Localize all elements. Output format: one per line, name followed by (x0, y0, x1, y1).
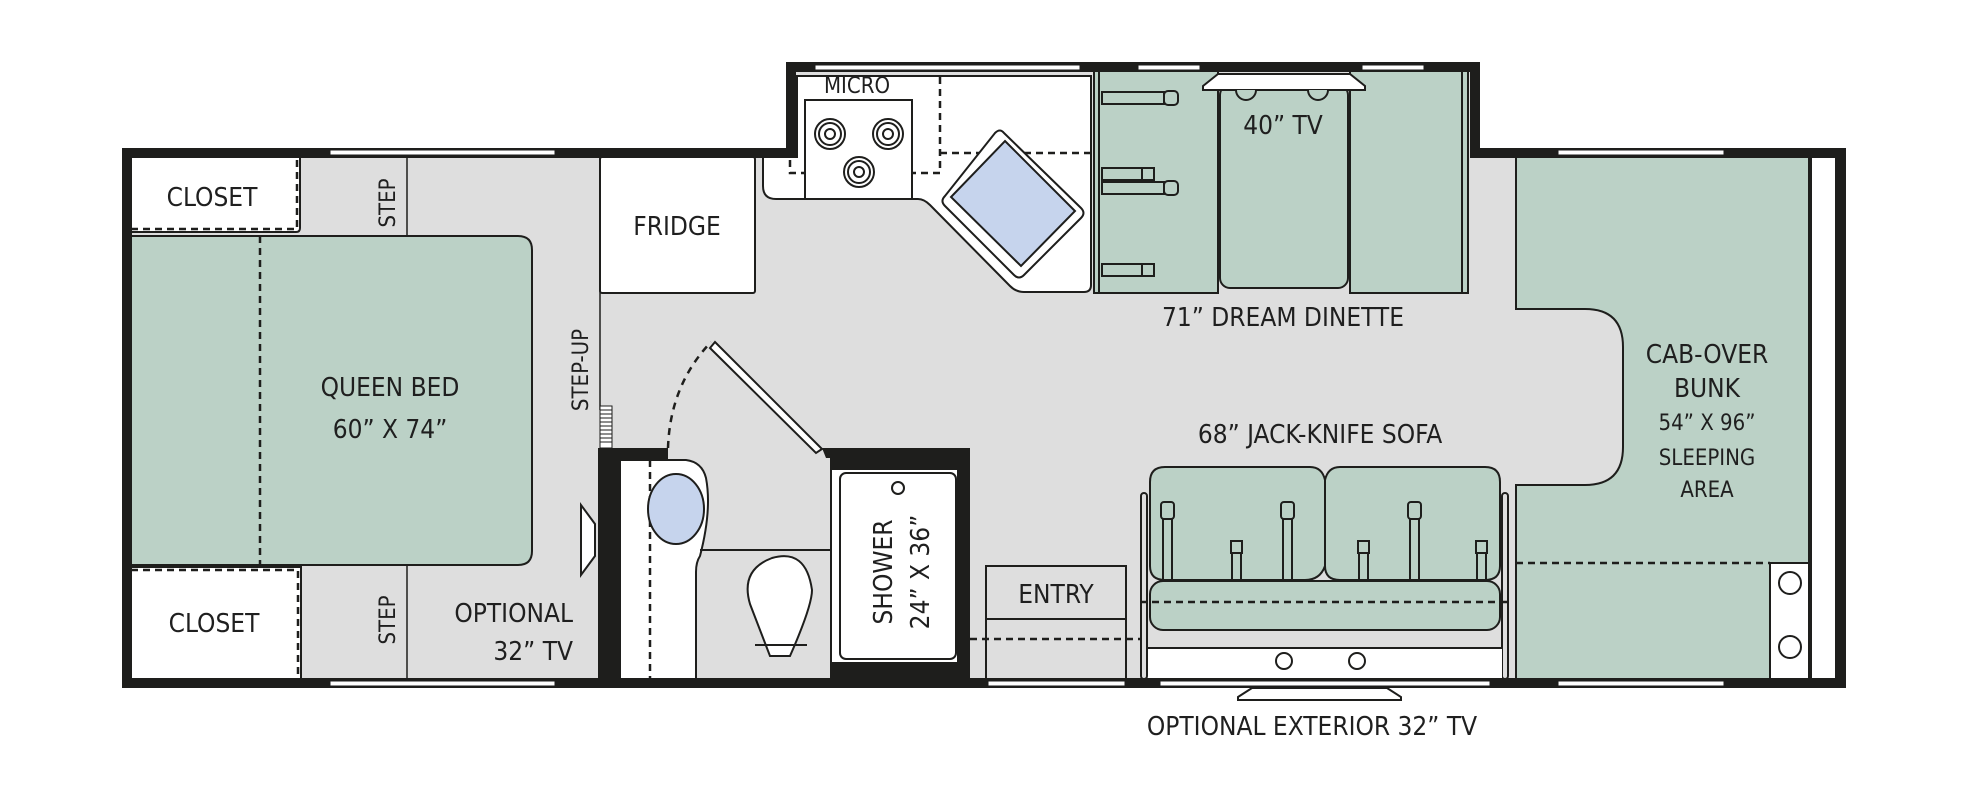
queen-bed-label: QUEEN BED (321, 373, 460, 403)
bathroom-sink[interactable] (647, 473, 705, 545)
seatbelt-icon (1475, 540, 1488, 581)
step-bottom-label: STEP (376, 595, 401, 644)
micro-label: MICRO (824, 74, 890, 99)
seatbelt-icon (1101, 263, 1155, 277)
sofa-label: 68” JACK-KNIFE SOFA (1198, 420, 1442, 450)
seatbelt-icon (1357, 540, 1370, 581)
tv-40-label: 40” TV (1243, 111, 1323, 141)
shower-size: 24” X 36” (906, 515, 936, 630)
seatbelt-icon (1101, 90, 1179, 106)
seatbelt-icon (1230, 540, 1243, 581)
cab-seat-knob-icon (1778, 571, 1802, 595)
cooktop[interactable] (804, 99, 913, 200)
floor-plan: CLOSET CLOSET STEP STEP QUEEN BED 60” X … (122, 62, 1846, 742)
cabover-size: 54” X 96” (1659, 411, 1756, 436)
entry-label: ENTRY (1018, 580, 1094, 610)
seatbelt-icon (1101, 180, 1179, 196)
shower-label: SHOWER (869, 519, 899, 624)
seatbelt-icon (1407, 501, 1422, 581)
cab-seat-knob-icon (1778, 635, 1802, 659)
optional-tv-label: OPTIONAL (454, 599, 573, 629)
step-top-label: STEP (376, 178, 401, 227)
seatbelt-icon (1101, 167, 1155, 181)
burner-icon (843, 156, 875, 188)
queen-bed-size: 60” X 74” (333, 415, 448, 445)
step-up-label: STEP-UP (569, 329, 594, 411)
exterior-tv-label: OPTIONAL EXTERIOR 32” TV (1147, 712, 1477, 742)
seatbelt-icon (1280, 501, 1295, 581)
closet-bottom-label: CLOSET (169, 609, 260, 639)
cabover-label-2: BUNK (1674, 374, 1741, 404)
closet-top-label: CLOSET (167, 183, 258, 213)
burner-icon (814, 118, 846, 150)
burner-icon (872, 118, 904, 150)
accordion-door-icon (599, 405, 613, 449)
cabover-label-5: AREA (1680, 478, 1734, 503)
seatbelt-icon (1160, 501, 1175, 581)
fridge-label: FRIDGE (633, 212, 721, 242)
shower-drain-icon (891, 481, 905, 495)
optional-tv-size: 32” TV (493, 637, 573, 667)
cabover-label-1: CAB-OVER (1646, 340, 1769, 370)
dinette-label: 71” DREAM DINETTE (1162, 303, 1404, 333)
dream-dinette[interactable] (1093, 69, 1469, 294)
exterior-tv-icon (1237, 687, 1402, 701)
cabover-label-4: SLEEPING (1659, 446, 1756, 471)
